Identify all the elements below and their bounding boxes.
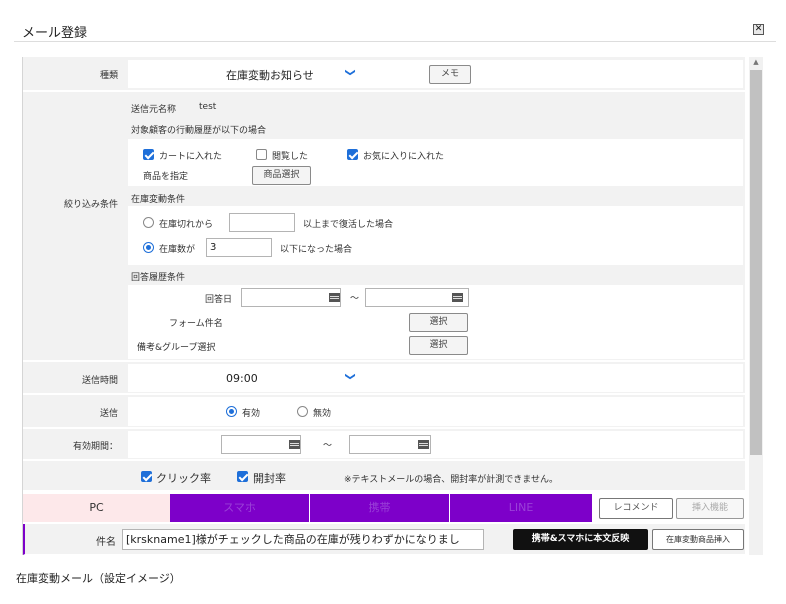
scroll-up-icon[interactable]: ▲	[749, 56, 763, 68]
note-group-label: 備考&グループ選択	[137, 343, 216, 353]
mail-form: 種類 在庫変動お知らせ ❯ メモ 絞り込み条件 送信元名称 test 対象顧客の…	[22, 57, 745, 555]
answer-date-separator: ～	[350, 294, 360, 304]
calendar-icon[interactable]	[329, 293, 340, 302]
send-enabled-label: 有効	[242, 409, 261, 419]
open-rate-checkbox[interactable]	[237, 471, 248, 482]
cart-checkbox-label: カートに入れた	[159, 152, 223, 162]
form-select-button[interactable]: 選択	[409, 313, 468, 332]
favorite-checkbox[interactable]	[347, 149, 358, 160]
close-icon[interactable]: ✕	[753, 24, 764, 35]
favorite-checkbox-label: お気に入りに入れた	[363, 152, 445, 162]
sender-value: test	[199, 102, 217, 112]
send-time-select[interactable]: 09:00	[226, 369, 356, 389]
behavior-area	[128, 139, 743, 186]
stock-heading: 在庫変動条件	[131, 195, 186, 205]
tab-bar: PC スマホ 携帯 LINE レコメンド 挿入機能	[23, 493, 745, 523]
tab-smartphone[interactable]: スマホ	[170, 494, 309, 522]
chevron-down-icon: ❯	[344, 68, 356, 77]
send-disabled-radio[interactable]	[297, 406, 308, 417]
chevron-down-icon: ❯	[344, 372, 356, 381]
title-divider	[14, 41, 776, 42]
behavior-heading: 対象顧客の行動履歴が以下の場合	[131, 126, 267, 136]
restock-suffix: 以上まで復活した場合	[303, 220, 394, 230]
calendar-icon[interactable]	[418, 440, 429, 449]
viewed-checkbox-label: 閲覧した	[272, 152, 309, 162]
send-disabled-label: 無効	[313, 409, 332, 419]
filter-label: 絞り込み条件	[63, 200, 118, 210]
scrollbar-thumb[interactable]	[750, 70, 762, 455]
row-subject: 件名 [krskname1]様がチェックした商品の在庫が残りわずかになりまし 携…	[23, 524, 745, 555]
answer-date-from-input[interactable]	[241, 288, 341, 307]
insert-stock-product-button[interactable]: 在庫変動商品挿入	[652, 529, 744, 550]
recommend-button[interactable]: レコメンド	[599, 498, 673, 519]
validity-label: 有効期間：	[72, 442, 118, 452]
stock-count-radio[interactable]	[143, 242, 154, 253]
restock-radio[interactable]	[143, 217, 154, 228]
send-area	[128, 397, 743, 426]
tab-pc[interactable]: PC	[23, 494, 170, 522]
tab-mobile[interactable]: 携帯	[310, 494, 449, 522]
product-select-button[interactable]: 商品選択	[252, 166, 311, 185]
product-label: 商品を指定	[143, 172, 189, 182]
row-filter: 絞り込み条件 送信元名称 test 対象顧客の行動履歴が以下の場合 カートに入れ…	[23, 92, 745, 361]
insert-function-button[interactable]: 挿入機能	[676, 498, 744, 519]
send-label: 送信	[99, 409, 118, 419]
note-select-button[interactable]: 選択	[409, 336, 468, 355]
stock-count-suffix: 以下になった場合	[280, 245, 353, 255]
subject-input[interactable]: [krskname1]様がチェックした商品の在庫が残りわずかになりまし	[122, 529, 484, 550]
row-send: 送信 有効 無効	[23, 395, 745, 428]
type-label: 種類	[99, 71, 118, 81]
subject-label: 件名	[96, 537, 116, 548]
stock-count-label: 在庫数が	[159, 245, 196, 255]
open-rate-label: 開封率	[253, 472, 286, 485]
answer-date-label: 回答日	[205, 295, 233, 305]
cart-checkbox[interactable]	[143, 149, 154, 160]
row-send-time: 送信時間 09:00 ❯	[23, 362, 745, 394]
row-tracking: クリック率 開封率 ※テキストメールの場合、開封率が計測できません。	[23, 461, 745, 491]
image-caption: 在庫変動メール（設定イメージ）	[16, 572, 181, 585]
reflect-body-button[interactable]: 携帯&スマホに本文反映	[513, 529, 648, 550]
sender-label: 送信元名称	[131, 105, 177, 115]
click-rate-label: クリック率	[156, 472, 211, 485]
send-time-area	[128, 364, 743, 392]
calendar-icon[interactable]	[289, 440, 300, 449]
tab-line[interactable]: LINE	[450, 494, 592, 522]
row-type: 種類 在庫変動お知らせ ❯ メモ	[23, 57, 745, 91]
row-validity: 有効期間： ～	[23, 429, 745, 460]
send-time-label: 送信時間	[81, 376, 118, 386]
restock-radio-label: 在庫切れから	[159, 220, 214, 230]
viewed-checkbox[interactable]	[256, 149, 267, 160]
dialog-title: メール登録	[22, 26, 88, 41]
dialog-titlebar: メール登録 ✕	[0, 0, 786, 42]
restock-input[interactable]	[229, 213, 295, 232]
answer-heading: 回答履歴条件	[131, 273, 186, 283]
tracking-note: ※テキストメールの場合、開封率が計測できません。	[344, 475, 559, 485]
form-name-label: フォーム件名	[169, 319, 223, 329]
validity-separator: ～	[323, 441, 333, 451]
click-rate-checkbox[interactable]	[141, 471, 152, 482]
stock-count-input[interactable]: 3	[206, 238, 272, 257]
memo-button[interactable]: メモ	[429, 65, 471, 84]
send-enabled-radio[interactable]	[226, 406, 237, 417]
calendar-icon[interactable]	[452, 293, 463, 302]
